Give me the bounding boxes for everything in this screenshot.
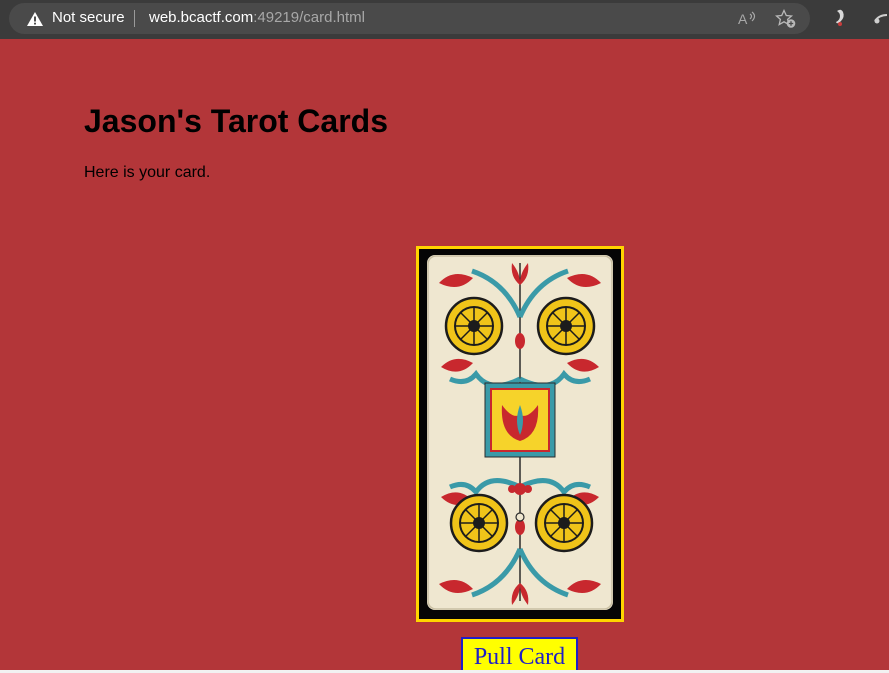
- security-status-label[interactable]: Not secure: [52, 9, 125, 27]
- four-of-coins-card-art: [427, 255, 613, 610]
- address-divider: [134, 10, 135, 27]
- read-aloud-icon[interactable]: A: [737, 10, 757, 28]
- coin-top-left: [444, 296, 504, 356]
- page-title: Jason's Tarot Cards: [84, 103, 388, 139]
- url-host: web.bcactf.com: [149, 9, 254, 26]
- extension-icon[interactable]: [831, 8, 849, 28]
- coin-bottom-left: [449, 493, 509, 553]
- url-path: :49219/card.html: [253, 9, 365, 26]
- coin-bottom-right: [534, 493, 594, 553]
- browser-toolbar: Not secure web.bcactf.com:49219/card.htm…: [0, 0, 889, 39]
- favorite-star-icon[interactable]: [775, 9, 797, 29]
- tarot-card-image: [416, 246, 624, 622]
- pull-card-button[interactable]: Pull Card: [461, 637, 578, 673]
- svg-text:A: A: [738, 11, 748, 27]
- card-message: Here is your card.: [84, 164, 211, 181]
- address-bar[interactable]: Not secure web.bcactf.com:49219/card.htm…: [9, 3, 810, 34]
- extension-icon-2[interactable]: [871, 9, 889, 27]
- warning-icon[interactable]: [26, 11, 44, 27]
- coin-top-right: [536, 296, 596, 356]
- url-text[interactable]: web.bcactf.com:49219/card.html: [149, 9, 365, 27]
- page-content: Jason's Tarot Cards Here is your card. P…: [0, 39, 889, 673]
